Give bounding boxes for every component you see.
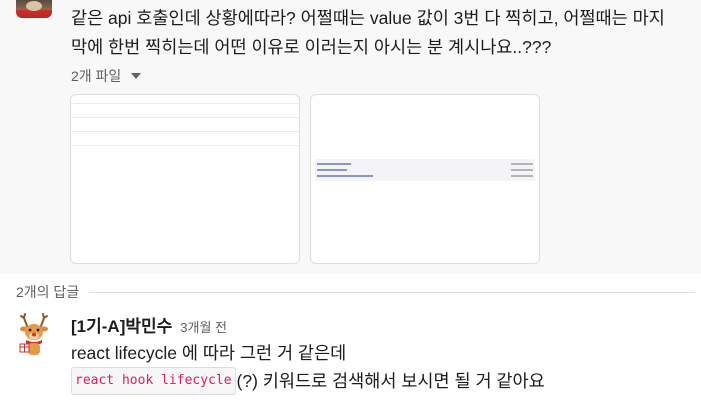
- user-avatar[interactable]: [16, 0, 52, 18]
- message-text: 같은 api 호출인데 상황에따라? 어쩔때는 value 값이 3번 다 찍히…: [71, 8, 665, 57]
- files-count-label: 2개 파일: [71, 68, 122, 84]
- parent-message: 같은 api 호출인데 상황에따라? 어쩔때는 value 값이 3번 다 찍히…: [0, 0, 701, 274]
- console-line: [317, 167, 533, 172]
- preview-rule: [71, 131, 299, 132]
- console-line-source: [511, 174, 533, 177]
- preview-rule: [71, 145, 299, 146]
- file-attachment-1[interactable]: [70, 94, 300, 264]
- caret-down-icon[interactable]: [131, 73, 142, 79]
- reply-timestamp[interactable]: 3개월 전: [180, 317, 227, 336]
- file-attachment-2[interactable]: [310, 94, 540, 264]
- console-line-text: [317, 168, 347, 171]
- reply-text-line1: react lifecycle 에 따라 그런 거 같은데: [71, 343, 347, 363]
- reply-header: [1기-A]박민수 3개월 전: [71, 312, 227, 337]
- console-line: [317, 161, 533, 166]
- console-preview: [315, 159, 535, 181]
- console-line-source: [511, 162, 533, 165]
- reply-text-line2: react hook lifecycle (?) 키워드로 검색해서 보시면 될…: [71, 367, 545, 395]
- inline-code: react hook lifecycle: [71, 367, 236, 395]
- reply-text-rest: (?) 키워드로 검색해서 보시면 될 거 같아요: [236, 371, 545, 391]
- preview-rule: [71, 117, 299, 118]
- console-line-text: [317, 174, 373, 177]
- console-line-text: [317, 162, 351, 165]
- preview-rule: [71, 103, 299, 104]
- reply-author-name[interactable]: [1기-A]박민수: [71, 312, 172, 337]
- reindeer-avatar-icon[interactable]: [18, 312, 50, 362]
- replies-count: 2개의 답글: [16, 284, 80, 300]
- console-line: [317, 173, 533, 178]
- divider-line: [89, 291, 695, 293]
- replies-divider: 2개의 답글: [16, 282, 695, 302]
- avatar-face: [26, 1, 42, 11]
- console-line-source: [511, 168, 533, 171]
- files-toggle[interactable]: 2개 파일: [71, 66, 142, 86]
